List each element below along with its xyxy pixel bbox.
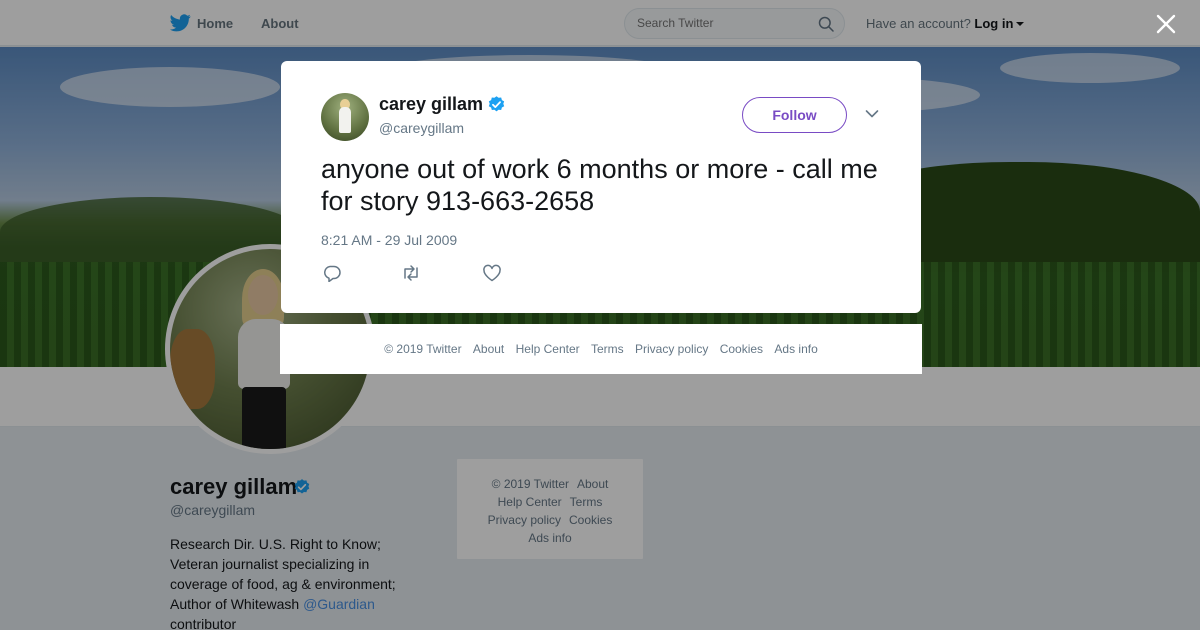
retweet-icon[interactable] (401, 264, 421, 282)
chevron-down-icon[interactable] (865, 109, 879, 119)
tweet-permalink-modal: carey gillam @careygillam Follow anyone … (281, 61, 921, 313)
follow-button[interactable]: Follow (742, 97, 847, 133)
like-icon[interactable] (482, 264, 502, 282)
tweet-text: anyone out of work 6 months or more - ca… (321, 154, 878, 216)
modal-footer: © 2019 Twitter About Help Center Terms P… (280, 324, 922, 374)
footer-help-link[interactable]: Help Center (516, 342, 580, 356)
reply-icon[interactable] (322, 264, 342, 282)
verified-badge-icon (488, 96, 505, 112)
tweet-author-avatar[interactable] (321, 93, 369, 141)
footer-privacy-link[interactable]: Privacy policy (635, 342, 708, 356)
tweet-timestamp[interactable]: 8:21 AM - 29 Jul 2009 (321, 232, 457, 248)
footer-terms-link[interactable]: Terms (591, 342, 624, 356)
close-icon[interactable] (1154, 12, 1178, 36)
footer-cookies-link[interactable]: Cookies (720, 342, 763, 356)
footer-copyright: © 2019 Twitter (384, 342, 462, 356)
tweet-author-name[interactable]: carey gillam (379, 94, 483, 115)
tweet-author-handle[interactable]: @careygillam (379, 120, 464, 136)
footer-about-link[interactable]: About (473, 342, 504, 356)
footer-ads-link[interactable]: Ads info (774, 342, 817, 356)
